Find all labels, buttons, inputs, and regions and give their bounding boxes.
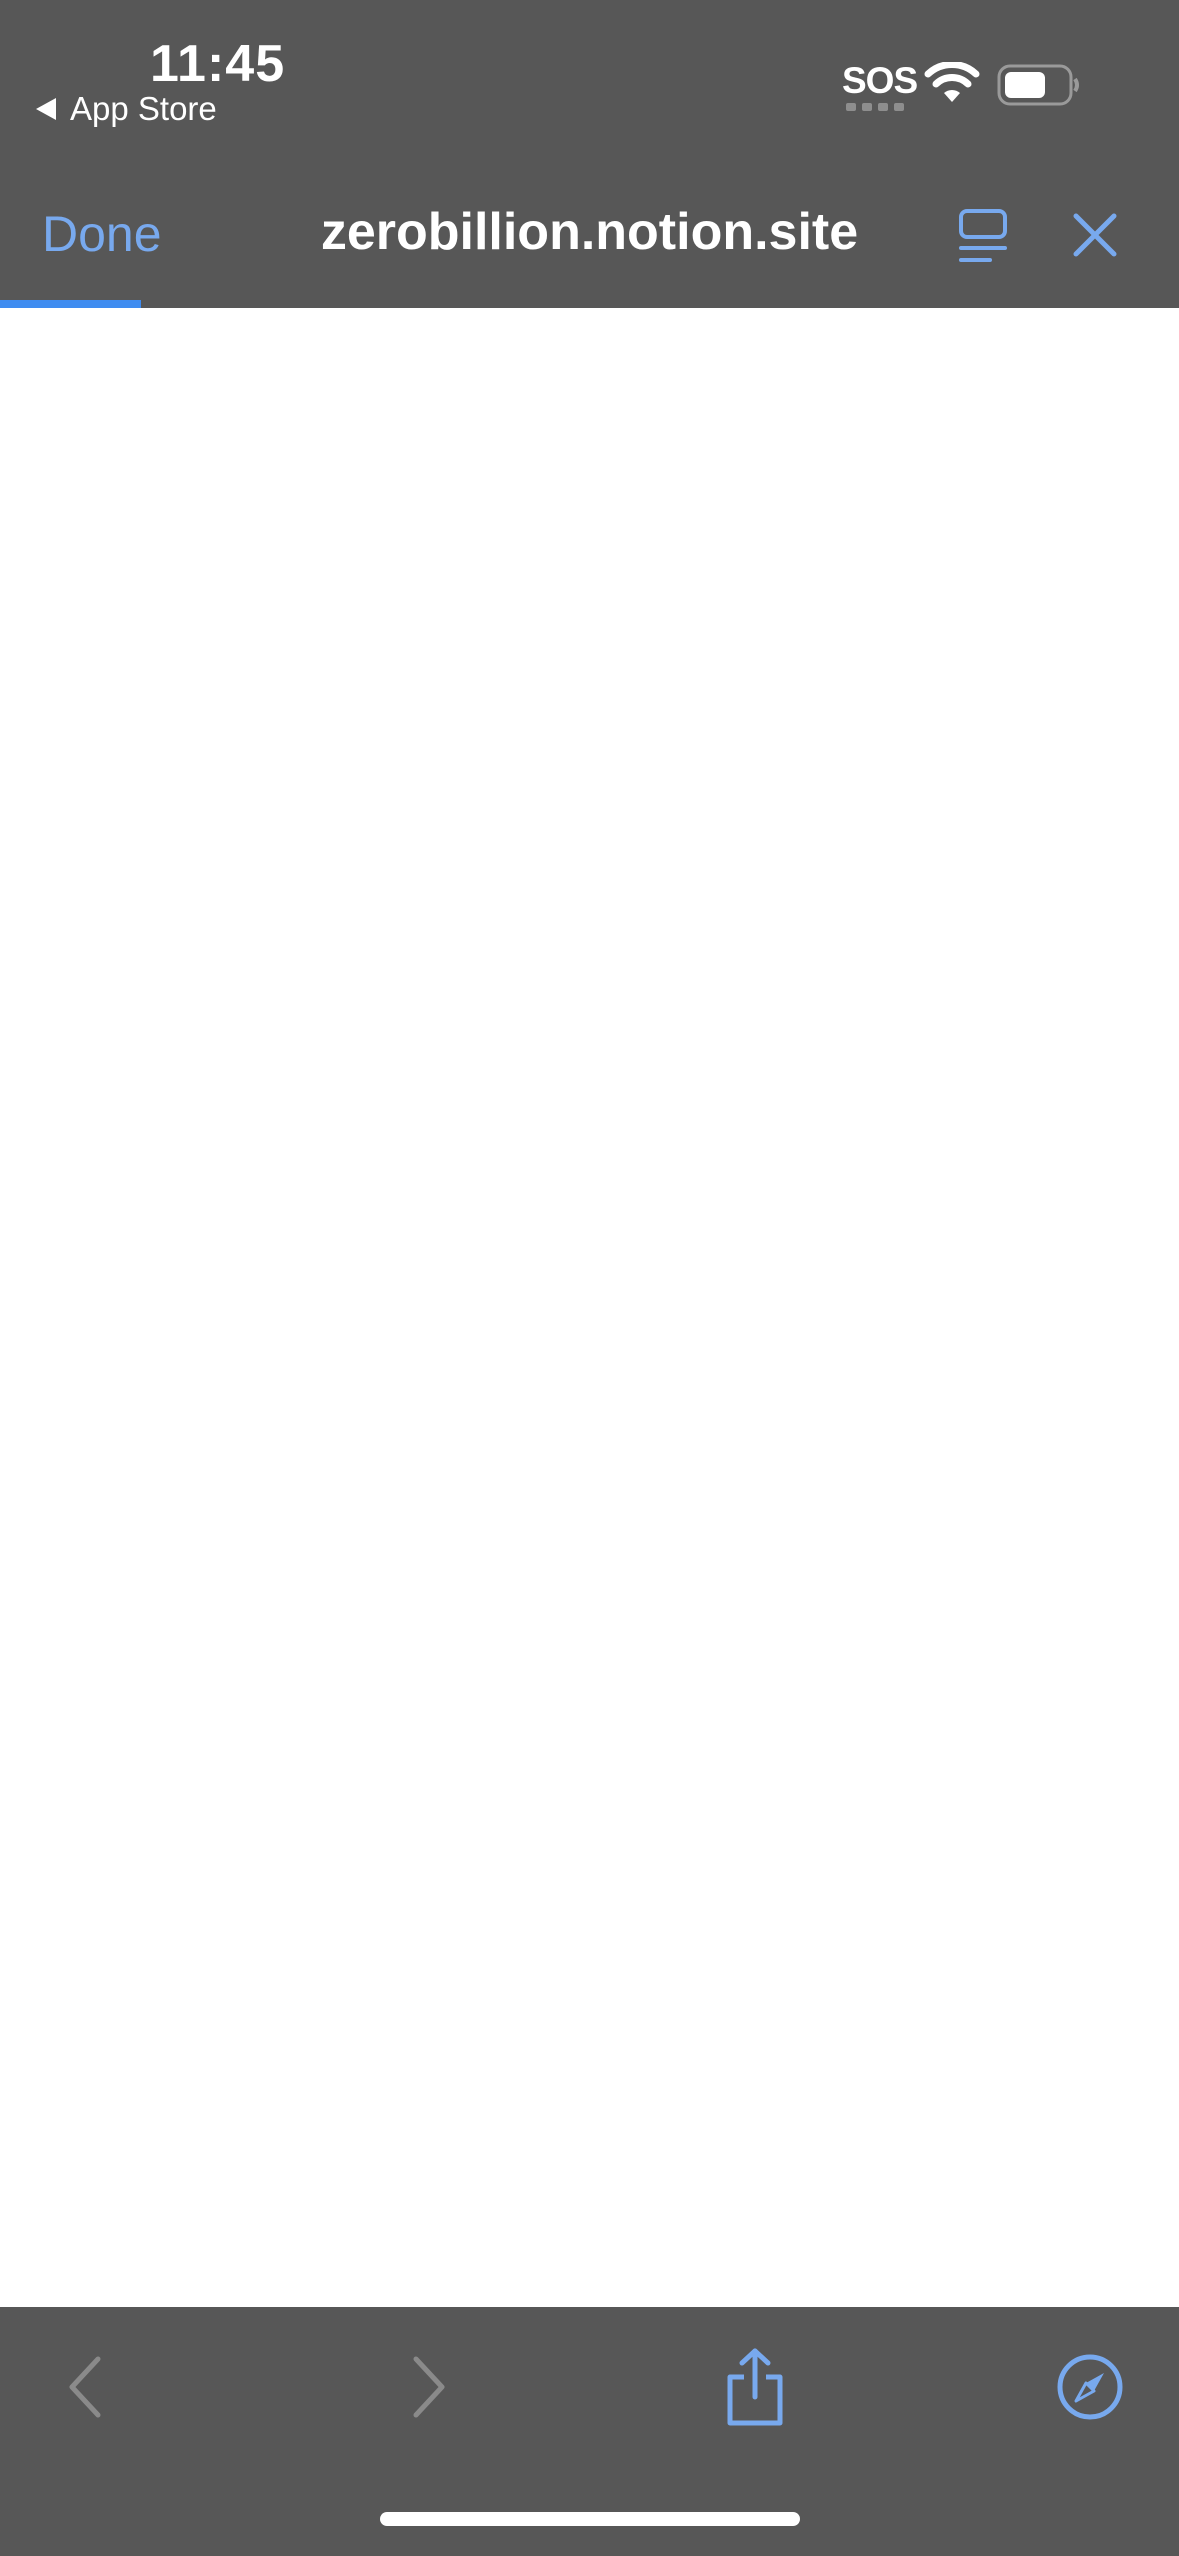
wifi-icon [924, 62, 980, 102]
back-app-label: App Store [70, 90, 217, 127]
share-icon[interactable] [724, 2347, 786, 2427]
site-url: zerobillion.notion.site [320, 203, 859, 261]
bottom-toolbar [0, 2307, 1179, 2556]
signal-dots [846, 103, 904, 111]
forward-arrow-icon[interactable] [408, 2355, 448, 2419]
back-triangle-icon [36, 98, 56, 120]
status-time: 11:45 [150, 35, 286, 93]
page-load-progress [0, 300, 142, 308]
safari-compass-icon[interactable] [1056, 2353, 1124, 2421]
back-to-app-button[interactable]: App Store [36, 90, 217, 128]
web-content[interactable] [0, 308, 1179, 2307]
sos-indicator: SOS [842, 60, 918, 101]
close-icon[interactable] [1072, 212, 1118, 258]
battery-icon [997, 64, 1079, 106]
back-arrow-icon[interactable] [66, 2355, 106, 2419]
reader-view-icon[interactable] [958, 208, 1008, 264]
home-indicator[interactable] [380, 2512, 800, 2526]
top-bar: 11:45 App Store SOS Done zerobillion.not… [0, 0, 1179, 308]
